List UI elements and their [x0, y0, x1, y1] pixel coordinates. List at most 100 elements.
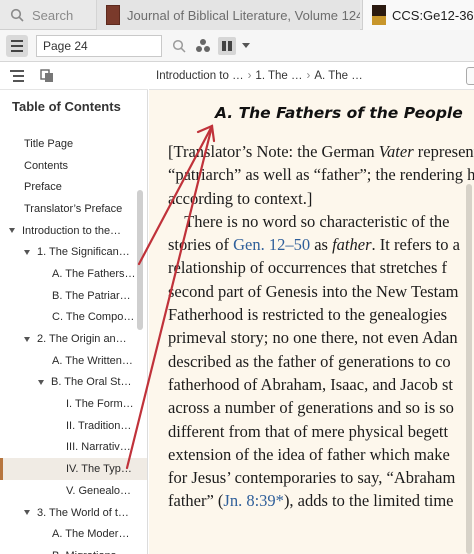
toc-item-label: I. The Form…: [66, 398, 134, 411]
paragraph-line: There is no word so characteristic of th…: [168, 210, 474, 233]
toc-item[interactable]: Title Page: [0, 133, 147, 155]
toc-list-icon[interactable]: [9, 68, 25, 84]
toc-item[interactable]: III. Narrativ…: [0, 437, 147, 459]
toc-item[interactable]: C. The Compo…: [0, 307, 147, 329]
reading-pane: A. The Fathers of the People [Translator…: [149, 90, 474, 554]
toc-item[interactable]: B. The Patriar…: [0, 285, 147, 307]
scripture-reference-link[interactable]: Gen. 12–50: [233, 235, 310, 254]
tab-bar: Search Journal of Biblical Literature, V…: [0, 0, 474, 30]
toc-list: Title Page Contents Preface Translator’s Pr…: [0, 133, 147, 554]
toc-item-label: III. Narrativ…: [66, 441, 131, 454]
panel-resize-handle[interactable]: [466, 67, 474, 85]
tab-journal-label: Journal of Biblical Literature, Volume 1…: [127, 7, 360, 23]
toc-item[interactable]: B. Migrations…: [0, 545, 147, 554]
breadcrumb-item[interactable]: Introduction to …: [156, 70, 244, 82]
search-icon: [10, 8, 24, 22]
italic-text: Vater: [378, 142, 414, 161]
paragraph-line: for Jesus’ contemporaries to say, “Abrah…: [168, 466, 474, 489]
breadcrumb-separator: ›: [247, 69, 252, 82]
toc-item[interactable]: Contents: [0, 155, 147, 177]
toc-item[interactable]: 2. The Origin an…: [0, 328, 147, 350]
paragraph-line: across a number of generations and so is…: [168, 396, 474, 419]
paragraph-line: father” (Jn. 8:39*), adds to the limited…: [168, 489, 474, 512]
text-run: represent: [413, 142, 474, 161]
toc-item[interactable]: Preface: [0, 176, 147, 198]
toc-item-selected[interactable]: IV. The Typ…: [0, 458, 147, 480]
toc-item-label: V. Genealo…: [66, 484, 132, 497]
paragraph-line: primeval story; no one there, not even A…: [168, 326, 474, 349]
italic-text: father: [332, 235, 372, 255]
toc-item[interactable]: 1. The Significan…: [0, 241, 147, 263]
toc-item[interactable]: II. Tradition…: [0, 415, 147, 437]
text-run: second part of Genesis into the New Test…: [168, 281, 459, 301]
expand-caret-icon[interactable]: [38, 379, 44, 385]
text-run: relationship of occurrences that stretch…: [168, 258, 448, 278]
toc-scrollbar[interactable]: [137, 190, 143, 330]
text-run: Fatherhood is restricted to the genealog…: [168, 305, 448, 325]
page-reference-input[interactable]: [36, 35, 162, 57]
toc-item-label: B. The Oral St…: [51, 376, 132, 389]
toc-item-label: 2. The Origin an…: [37, 333, 127, 346]
visual-filter-icon[interactable]: [194, 37, 212, 55]
tab-search-label: Search: [32, 7, 74, 23]
toc-heading: Table of Contents: [12, 99, 121, 114]
tab-active-resource[interactable]: CCS:Ge12-36: [362, 0, 474, 30]
columns-icon[interactable]: [218, 37, 236, 55]
table-of-contents-panel: Table of Contents Title Page Contents Pref…: [0, 90, 148, 554]
text-run: [Translator’s Note: the German: [168, 142, 379, 161]
paragraph-line: stories of Gen. 12–50 as father. It refe…: [168, 233, 474, 256]
text-run: ), adds to the limited time: [283, 491, 454, 511]
paragraph-line: Fatherhood is restricted to the genealog…: [168, 303, 474, 326]
toc-item-label: A. The Written…: [52, 354, 133, 367]
resource-toolbar: [0, 30, 474, 62]
text-run: described as the father of generations t…: [168, 351, 451, 371]
book-cover-icon: [372, 5, 386, 25]
toc-item[interactable]: I. The Form…: [0, 393, 147, 415]
scripture-reference-link[interactable]: Jn. 8:39*: [223, 491, 284, 510]
toc-item[interactable]: B. The Oral St…: [0, 372, 147, 394]
expand-caret-icon[interactable]: [9, 228, 15, 234]
tab-journal[interactable]: Journal of Biblical Literature, Volume 1…: [96, 0, 360, 30]
paragraph-line: extension of the idea of father which ma…: [168, 443, 474, 466]
copy-pages-icon[interactable]: [39, 68, 55, 84]
breadcrumb-item[interactable]: A. The …: [314, 70, 362, 82]
toc-item-label: Translator’s Preface: [24, 202, 123, 215]
toc-item[interactable]: Translator’s Preface: [0, 198, 147, 220]
expand-caret-icon[interactable]: [24, 249, 30, 255]
toc-item[interactable]: Introduction to the…: [0, 220, 147, 242]
toc-item[interactable]: V. Genealo…: [0, 480, 147, 502]
chevron-down-icon[interactable]: [240, 37, 252, 55]
book-cover-icon: [106, 5, 120, 25]
panel-menu-button[interactable]: [6, 35, 28, 57]
find-search-icon[interactable]: [170, 37, 188, 55]
toc-item-label: 3. The World of t…: [37, 506, 129, 519]
toc-item[interactable]: A. The Fathers…: [0, 263, 147, 285]
sidebar-tab-row: [0, 62, 148, 90]
toc-item-label: C. The Compo…: [52, 311, 135, 324]
toc-item-label: Title Page: [24, 137, 74, 150]
toc-item[interactable]: A. The Written…: [0, 350, 147, 372]
toc-item-label: 1. The Significan…: [37, 246, 130, 259]
text-run: . It refers to a: [371, 235, 460, 255]
toc-item[interactable]: A. The Moder…: [0, 523, 147, 545]
paragraph-line: different from that of mere physical beg…: [168, 420, 474, 443]
text-run: “patriarch” as well as “father”; the ren…: [168, 165, 474, 185]
text-run: primeval story; no one there, not even A…: [168, 328, 458, 348]
breadcrumb-item[interactable]: 1. The …: [255, 70, 302, 82]
text-run: father” (: [168, 491, 224, 511]
expand-caret-icon[interactable]: [24, 510, 30, 516]
toc-item-label: Contents: [24, 159, 69, 172]
toc-item-label: Introduction to the…: [22, 224, 122, 237]
toc-item[interactable]: 3. The World of t…: [0, 502, 147, 524]
expand-caret-icon[interactable]: [24, 336, 30, 342]
paragraph-line: described as the father of generations t…: [168, 350, 474, 373]
text-run: stories of: [168, 235, 234, 255]
breadcrumb: Introduction to … › 1. The … › A. The …: [149, 62, 474, 90]
reader-scrollbar[interactable]: [466, 184, 472, 554]
translator-note-line: “patriarch” as well as “father”; the ren…: [168, 163, 474, 186]
tab-search[interactable]: Search: [0, 0, 96, 30]
text-run: different from that of mere physical beg…: [168, 421, 449, 441]
translator-note-line: according to context.]: [168, 187, 474, 210]
body-text: [Translator’s Note: the German Vater rep…: [168, 140, 474, 513]
section-heading: A. The Fathers of the People: [215, 104, 463, 122]
